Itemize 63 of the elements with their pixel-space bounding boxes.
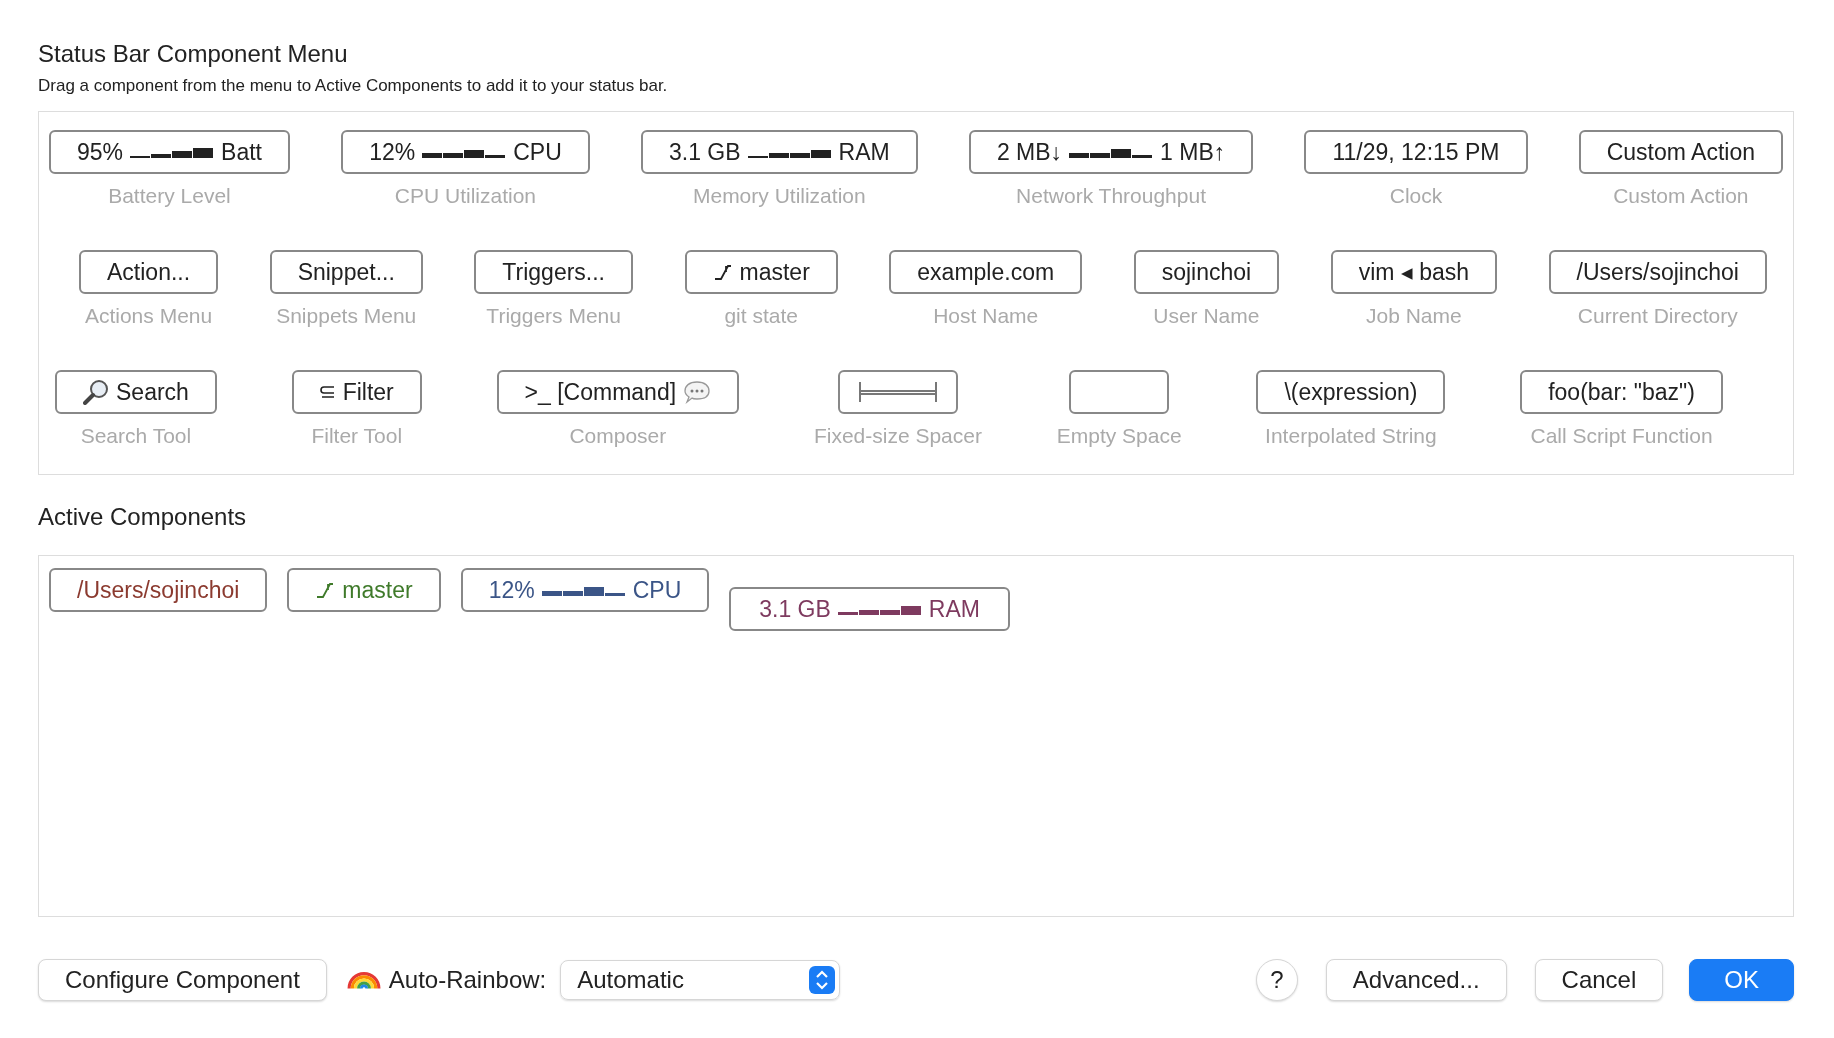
component-caption: Snippets Menu	[276, 304, 417, 328]
component-chip[interactable]	[1069, 370, 1170, 414]
component-chip[interactable]: 3.1 GB RAM	[729, 587, 1010, 631]
rainbow-icon	[346, 971, 381, 989]
component-chip[interactable]: /Users/sojinchoi	[1548, 250, 1767, 294]
component-caption: Network Throughput	[1016, 184, 1206, 208]
component-chip[interactable]: 3.1 GB RAM	[640, 130, 918, 174]
component-caption: Interpolated String	[1265, 424, 1437, 448]
component-chip[interactable]: \(expression)	[1256, 370, 1446, 414]
component-chip[interactable]: Action...	[79, 250, 219, 294]
component-chip[interactable]: >_ [Command]	[496, 370, 740, 414]
component-chip[interactable]: foo(bar: "baz")	[1520, 370, 1723, 414]
component-chip[interactable]: Custom Action	[1578, 130, 1783, 174]
component-chip[interactable]	[837, 370, 958, 414]
section-title: Status Bar Component Menu	[38, 40, 349, 68]
component-chip[interactable]: master	[287, 568, 441, 612]
auto-rainbow-label: Auto-Rainbow:	[388, 966, 547, 994]
component-chip[interactable]: sojinchoi	[1133, 250, 1280, 294]
help-button[interactable]: ?	[1255, 959, 1298, 1001]
component-chip[interactable]: Snippet...	[269, 250, 423, 294]
component-caption: Fixed-size Spacer	[813, 424, 982, 448]
component-chip[interactable]: 11/29, 12:15 PM	[1304, 130, 1528, 174]
configure-component-button[interactable]: Configure Component	[38, 959, 327, 1001]
dialog-button[interactable]: Advanced...	[1325, 959, 1507, 1001]
instructions-text: Drag a component from the menu to Active Components to add it to your status bar.	[38, 76, 669, 96]
component-chip[interactable]: Filter	[291, 370, 422, 414]
component-chip[interactable]: 12% CPU	[341, 130, 590, 174]
component-caption: Composer	[569, 424, 667, 448]
branch-icon	[315, 581, 336, 599]
speech-bubble-icon	[683, 380, 712, 404]
component-caption: Job Name	[1366, 304, 1462, 328]
component-chip[interactable]: vim ◂ bash	[1330, 250, 1498, 294]
auto-rainbow-dropdown[interactable]: Automatic	[560, 960, 841, 1000]
component-caption: Clock	[1389, 184, 1443, 208]
component-caption: Battery Level	[108, 184, 231, 208]
component-caption: Custom Action	[1613, 184, 1749, 208]
component-chip[interactable]: 2 MB↓ 1 MB↑	[968, 130, 1254, 174]
component-caption: CPU Utilization	[394, 184, 537, 208]
component-caption: Actions Menu	[84, 304, 213, 328]
component-chip[interactable]: example.com	[889, 250, 1083, 294]
component-caption: Call Script Function	[1530, 424, 1713, 448]
component-chip[interactable]: master	[684, 250, 838, 294]
stepper-icon	[809, 966, 836, 994]
component-chip[interactable]: 95% Batt	[49, 130, 290, 174]
component-caption: Search Tool	[80, 424, 192, 448]
dialog-button[interactable]: Cancel	[1534, 959, 1664, 1001]
ok-button[interactable]: OK	[1689, 959, 1794, 1001]
component-caption: Memory Utilization	[692, 184, 866, 208]
component-chip[interactable]: Search	[55, 370, 217, 414]
branch-icon	[712, 263, 733, 281]
component-caption: Filter Tool	[311, 424, 403, 448]
component-caption: Host Name	[933, 304, 1039, 328]
component-caption: Current Directory	[1577, 304, 1738, 328]
component-caption: Triggers Menu	[486, 304, 621, 328]
search-icon	[83, 379, 109, 405]
component-caption: git state	[724, 304, 798, 328]
component-caption: Empty Space	[1056, 424, 1182, 448]
component-caption: User Name	[1153, 304, 1260, 328]
component-chip[interactable]: Triggers...	[474, 250, 633, 294]
section-title: Active Components	[38, 503, 248, 531]
filter-icon	[319, 385, 336, 399]
component-chip[interactable]: /Users/sojinchoi	[49, 568, 268, 612]
component-chip[interactable]: 12% CPU	[460, 568, 710, 612]
